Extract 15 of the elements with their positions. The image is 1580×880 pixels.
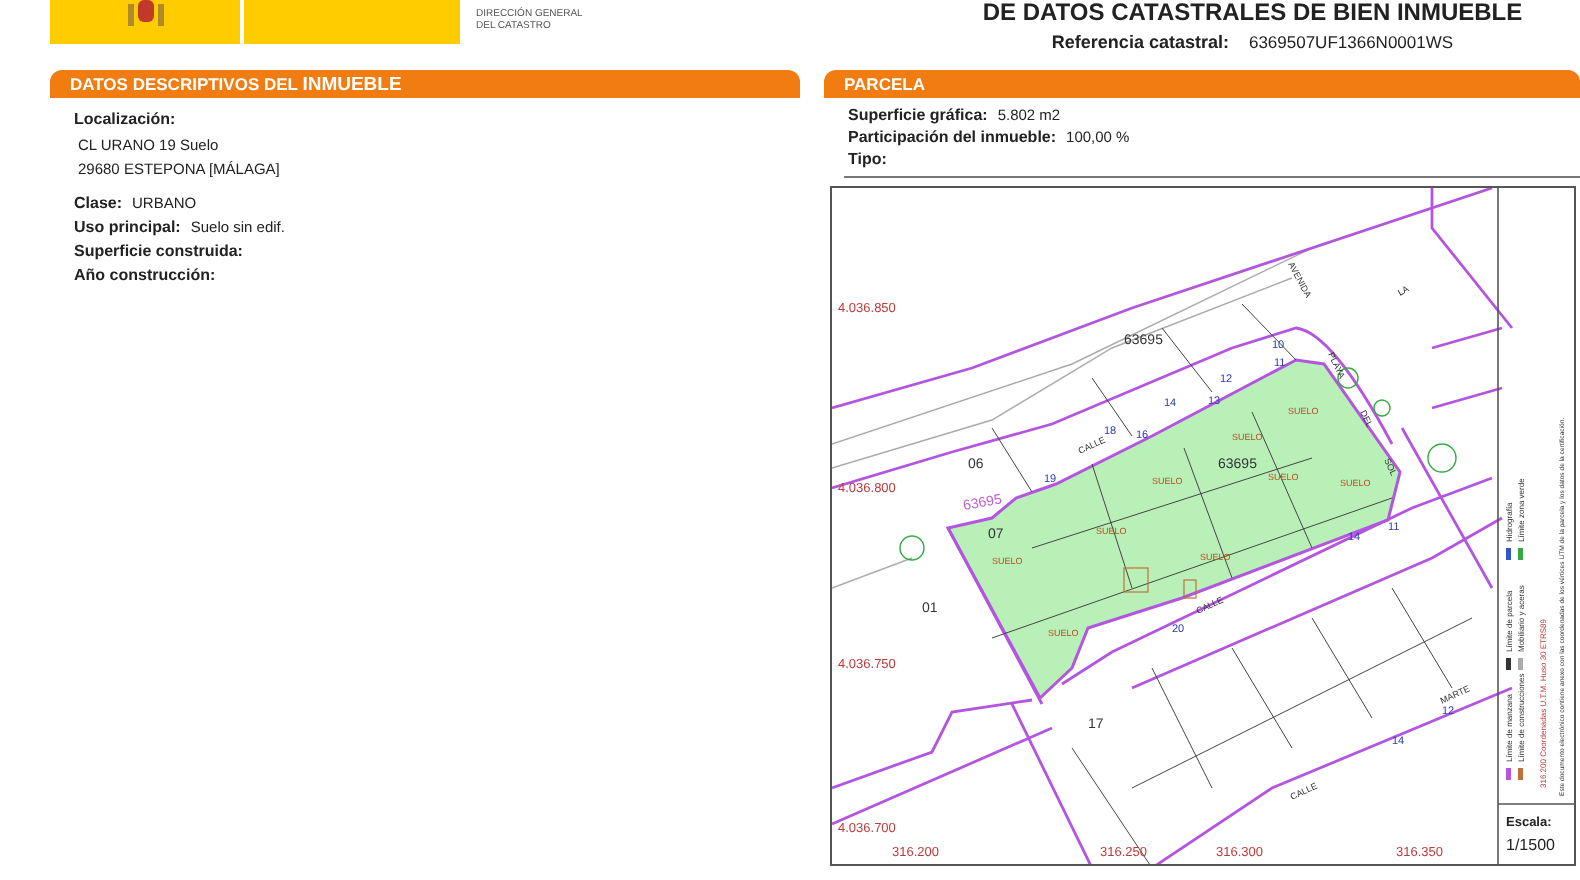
field-label: Localización: bbox=[74, 110, 178, 128]
field-label: Tipo: bbox=[848, 150, 887, 168]
field-label: Clase: bbox=[74, 194, 123, 212]
section-header: DATOS DESCRIPTIVOS DEL INMUEBLE bbox=[50, 70, 800, 98]
field-label: Superficie construida: bbox=[74, 242, 243, 260]
field-label: Superficie gráfica: bbox=[848, 106, 988, 124]
coat-of-arms-icon bbox=[125, 0, 165, 28]
scale-value: 1/1500 bbox=[1506, 836, 1555, 854]
section-header: PARCELA bbox=[824, 70, 1580, 98]
reference-label: Referencia catastral: bbox=[1051, 32, 1229, 52]
document-title: DE DATOS CATASTRALES DE BIEN INMUEBLE bbox=[982, 0, 1523, 26]
field-label: Año construcción: bbox=[74, 266, 216, 284]
field-label: Participación del inmueble: bbox=[848, 128, 1057, 146]
reference-value: 6369507UF1366N0001WS bbox=[1248, 32, 1454, 52]
field-label: Uso principal: bbox=[74, 218, 181, 236]
